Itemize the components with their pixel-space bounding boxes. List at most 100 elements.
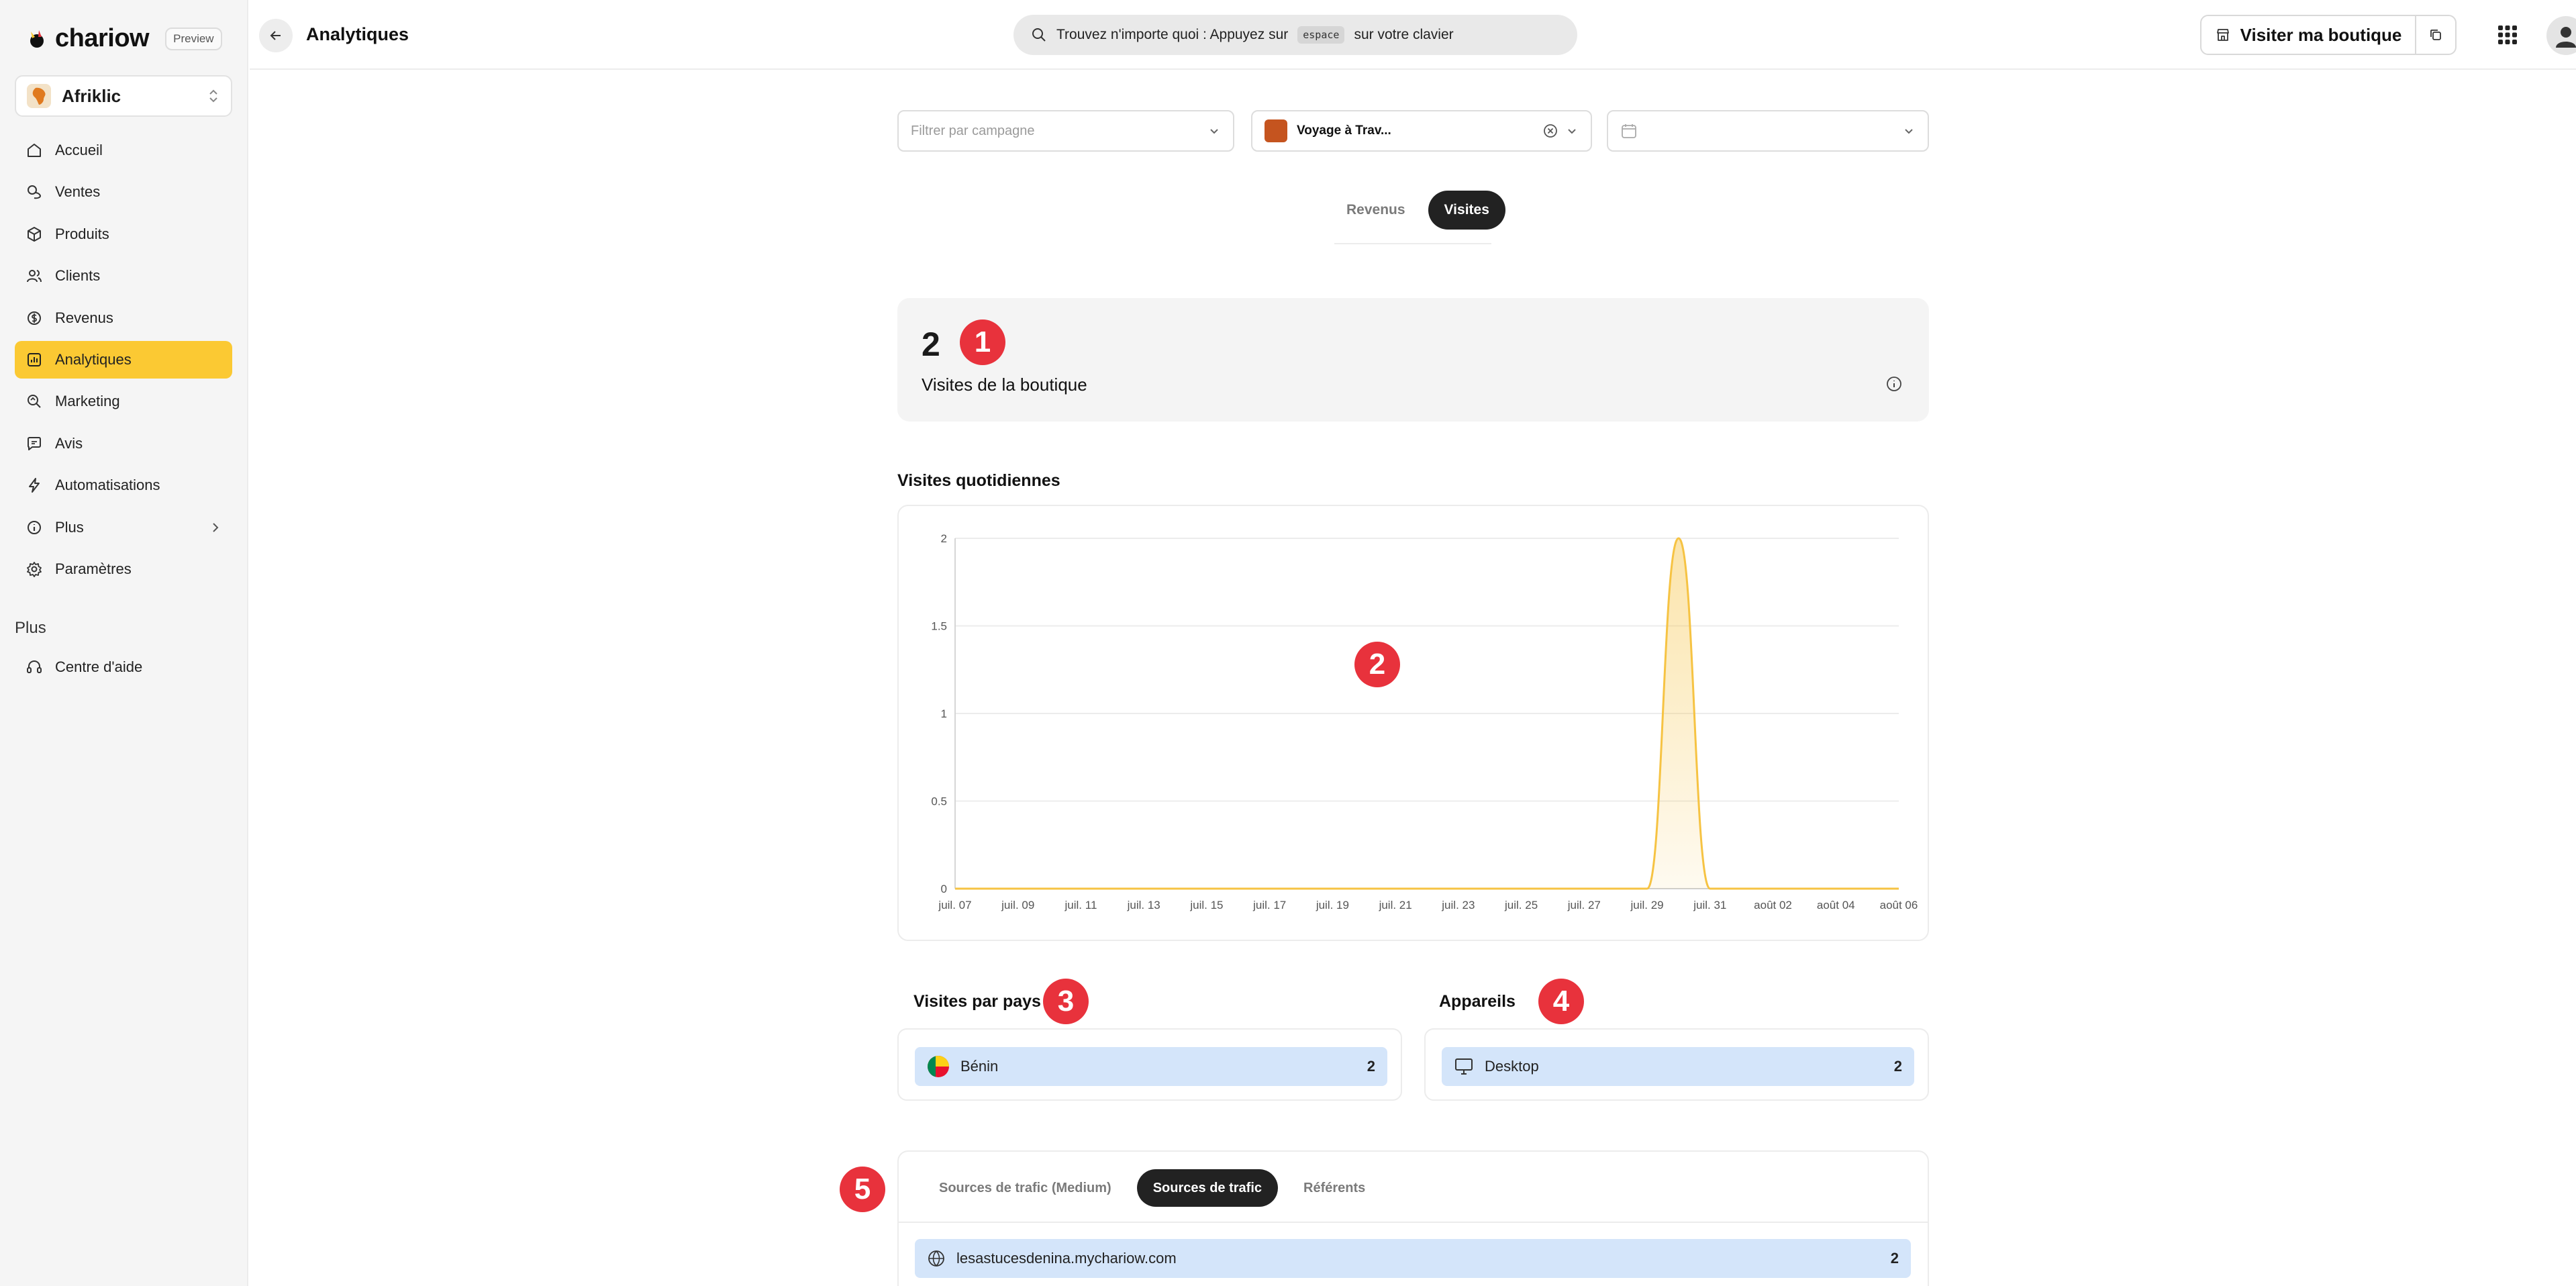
device-count: 2: [1893, 1058, 1902, 1075]
message-icon: [28, 436, 41, 450]
visits-by-country-card: Bénin 2: [897, 1028, 1402, 1101]
sidebar-item-label: Produits: [55, 225, 109, 242]
search-icon: [1032, 28, 1046, 42]
chevron-up-down-icon: [207, 88, 220, 104]
visits-by-country-title: Visites par pays: [913, 992, 1041, 1011]
store-visits-value: 2: [922, 326, 940, 363]
brand-name: chariow: [55, 24, 150, 52]
x-tick-label: juil. 25: [1504, 899, 1538, 911]
store-avatar: [27, 84, 51, 108]
campaign-filter-select[interactable]: Filtrer par campagne: [897, 110, 1234, 152]
sidebar-nav: Accueil Ventes Produits Clients Revenus …: [15, 132, 232, 592]
sidebar-item-label: Automatisations: [55, 477, 160, 494]
sidebar-item-label: Avis: [55, 434, 83, 452]
sidebar-item-help[interactable]: Centre d'aide: [15, 648, 232, 686]
traffic-source-count: 2: [1890, 1250, 1899, 1267]
tab-referrers[interactable]: Référents: [1287, 1169, 1381, 1207]
list-item[interactable]: Desktop 2: [1442, 1047, 1914, 1086]
country-name: Bénin: [960, 1058, 999, 1075]
sidebar-item-revenus[interactable]: Revenus: [15, 299, 232, 337]
users-icon: [27, 270, 42, 283]
sidebar-item-clients[interactable]: Clients: [15, 257, 232, 295]
store-visits-label: Visites de la boutique: [922, 375, 1087, 395]
more-section-title: Plus: [15, 619, 46, 637]
sidebar-item-parametres[interactable]: Paramètres: [15, 550, 232, 588]
visit-store-button[interactable]: Visiter ma boutique: [2200, 15, 2416, 55]
sidebar-item-avis[interactable]: Avis: [15, 425, 232, 462]
sidebar-item-analytiques[interactable]: Analytiques: [15, 340, 232, 379]
x-tick-label: juil. 11: [1064, 899, 1097, 911]
info-icon[interactable]: [1885, 375, 1903, 393]
annotation-badge-4: 4: [1538, 979, 1584, 1024]
device-name: Desktop: [1485, 1058, 1539, 1075]
store-name: Afriklic: [62, 85, 121, 106]
chevron-right-icon: [213, 522, 219, 532]
search-bar[interactable]: Trouvez n'importe quoi : Appuyez sur esp…: [1013, 15, 1577, 55]
view-toggle: Revenus Visites: [1330, 191, 1505, 230]
grid-icon: [2498, 26, 2517, 44]
x-tick-label: juil. 23: [1441, 899, 1475, 911]
x-tick-label: juil. 27: [1567, 899, 1601, 911]
clear-icon[interactable]: [1542, 123, 1558, 139]
x-tick-label: juil. 13: [1127, 899, 1160, 911]
sidebar-item-label: Clients: [55, 267, 101, 285]
gear-icon: [27, 562, 42, 577]
sidebar: chariow Preview Afriklic Accueil Ventes …: [0, 0, 248, 1286]
list-item[interactable]: lesastucesdenina.mychariow.com 2: [915, 1239, 1911, 1278]
tab-revenus[interactable]: Revenus: [1330, 191, 1422, 230]
sidebar-item-ventes[interactable]: Ventes: [15, 173, 232, 211]
x-tick-label: août 06: [1880, 899, 1918, 911]
bolt-icon: [29, 478, 40, 493]
tab-traffic-medium[interactable]: Sources de trafic (Medium): [923, 1169, 1128, 1207]
africa-logo-icon: [32, 87, 46, 105]
info-icon: [28, 520, 41, 534]
desktop-icon: [1455, 1058, 1473, 1075]
y-tick-label: 0.5: [931, 795, 947, 808]
tab-visites[interactable]: Visites: [1428, 191, 1505, 230]
chevron-down-icon: [1210, 129, 1218, 134]
chart-icon: [28, 352, 41, 366]
back-button[interactable]: [259, 19, 293, 52]
date-range-select[interactable]: [1607, 110, 1929, 152]
calendar-icon: [1622, 124, 1636, 138]
sidebar-item-label: Accueil: [55, 142, 103, 158]
x-tick-label: août 02: [1754, 899, 1792, 911]
country-count: 2: [1367, 1058, 1375, 1075]
user-avatar[interactable]: [2546, 16, 2576, 55]
daily-visits-chart: 0 0.5 1 1.5 2 juil. 07 juil. 09 juil. 11 juil. 1…: [931, 532, 1918, 911]
devices-card: Desktop 2: [1424, 1028, 1929, 1101]
benin-flag-icon: [928, 1056, 949, 1077]
daily-visits-title: Visites quotidiennes: [897, 471, 1060, 490]
x-tick-label: juil. 17: [1252, 899, 1286, 911]
apps-grid-button[interactable]: [2491, 19, 2524, 51]
box-icon: [28, 226, 41, 242]
x-tick-label: août 04: [1817, 899, 1855, 911]
tab-traffic-sources[interactable]: Sources de trafic: [1136, 1169, 1279, 1207]
y-tick-label: 1: [941, 707, 947, 720]
x-tick-label: juil. 07: [938, 899, 971, 911]
product-thumbnail: [1265, 119, 1287, 142]
search-shortcut-key: espace: [1297, 26, 1345, 44]
copy-icon: [2430, 30, 2441, 40]
sidebar-item-label: Ventes: [55, 183, 101, 201]
visit-store-label: Visiter ma boutique: [2240, 24, 2402, 45]
product-filter-select[interactable]: Voyage à Trav...: [1251, 110, 1592, 152]
y-tick-label: 2: [941, 532, 947, 545]
copy-link-button[interactable]: [2415, 15, 2457, 55]
annotation-badge-3: 3: [1043, 979, 1089, 1024]
list-item[interactable]: Bénin 2: [915, 1047, 1387, 1086]
sidebar-item-label: Paramètres: [55, 560, 132, 577]
sidebar-item-produits[interactable]: Produits: [15, 215, 232, 253]
x-tick-label: juil. 09: [1001, 899, 1034, 911]
sidebar-item-plus[interactable]: Plus: [15, 509, 232, 546]
preview-badge: Preview: [165, 27, 222, 50]
user-icon: [2556, 27, 2576, 48]
sidebar-item-marketing[interactable]: Marketing: [15, 383, 232, 420]
store-switcher[interactable]: Afriklic: [15, 75, 232, 117]
brand-logo[interactable]: chariow Preview: [26, 24, 222, 53]
chariow-logo-icon: [30, 30, 44, 48]
sidebar-item-automatisations[interactable]: Automatisations: [15, 466, 232, 504]
sidebar-item-accueil[interactable]: Accueil: [15, 132, 232, 169]
search-prefix: Trouvez n'importe quoi : Appuyez sur: [1056, 27, 1289, 42]
sidebar-item-label: Centre d'aide: [55, 658, 143, 675]
